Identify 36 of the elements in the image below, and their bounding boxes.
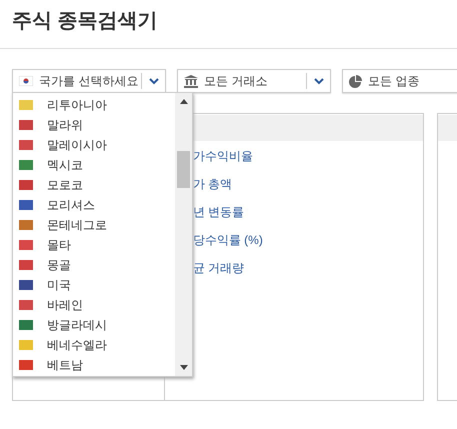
country-option[interactable]: 몰타 [13,235,175,255]
scrollbar-thumb[interactable] [177,151,190,188]
country-option[interactable]: 모리셔스 [13,195,175,215]
country-option[interactable]: 베네수엘라 [13,335,175,355]
criteria-link[interactable]: 가수익비율 [192,147,253,165]
criteria-link[interactable]: 균 거래량 [192,259,244,277]
flag-icon [19,76,33,86]
country-option[interactable]: 베트남 [13,355,175,375]
criteria-link[interactable]: 당수익률 (%) [192,231,263,249]
criteria-link[interactable]: 가 총액 [192,175,232,193]
filter-select[interactable]: 국가를 선택하세요 [12,69,166,93]
filter-select[interactable]: 모든 업종 [342,69,457,93]
panel-header [438,115,457,141]
select-value: 모든 업종 [368,73,420,90]
criteria-link[interactable]: 년 변동률 [192,203,244,221]
country-option[interactable]: 바레인 [13,295,175,315]
country-option[interactable]: 방글라데시 [13,315,175,335]
chevron-down-icon [314,78,324,84]
scroll-down-icon[interactable] [180,365,188,370]
page-title: 주식 종목검색기 [11,9,158,34]
select-value: 모든 거래소 [204,73,268,90]
country-option[interactable]: 모로코 [13,175,175,195]
country-option[interactable]: 몬테네그로 [13,215,175,235]
country-option[interactable]: 말레이시아 [13,135,175,155]
bank-icon [184,74,198,88]
pie-chart-icon [349,74,362,88]
scrollbar[interactable] [175,93,192,376]
scroll-up-icon[interactable] [180,99,188,104]
chevron-down-icon [148,78,158,84]
country-option[interactable]: 멕시코 [13,155,175,175]
select-value: 국가를 선택하세요 [39,73,140,90]
country-option[interactable]: 미국 [13,275,175,295]
country-option[interactable]: 리투아니아 [13,95,175,115]
country-option[interactable]: 말라위 [13,115,175,135]
filter-select[interactable]: 모든 거래소 [177,69,331,93]
country-option[interactable]: 몽골 [13,255,175,275]
